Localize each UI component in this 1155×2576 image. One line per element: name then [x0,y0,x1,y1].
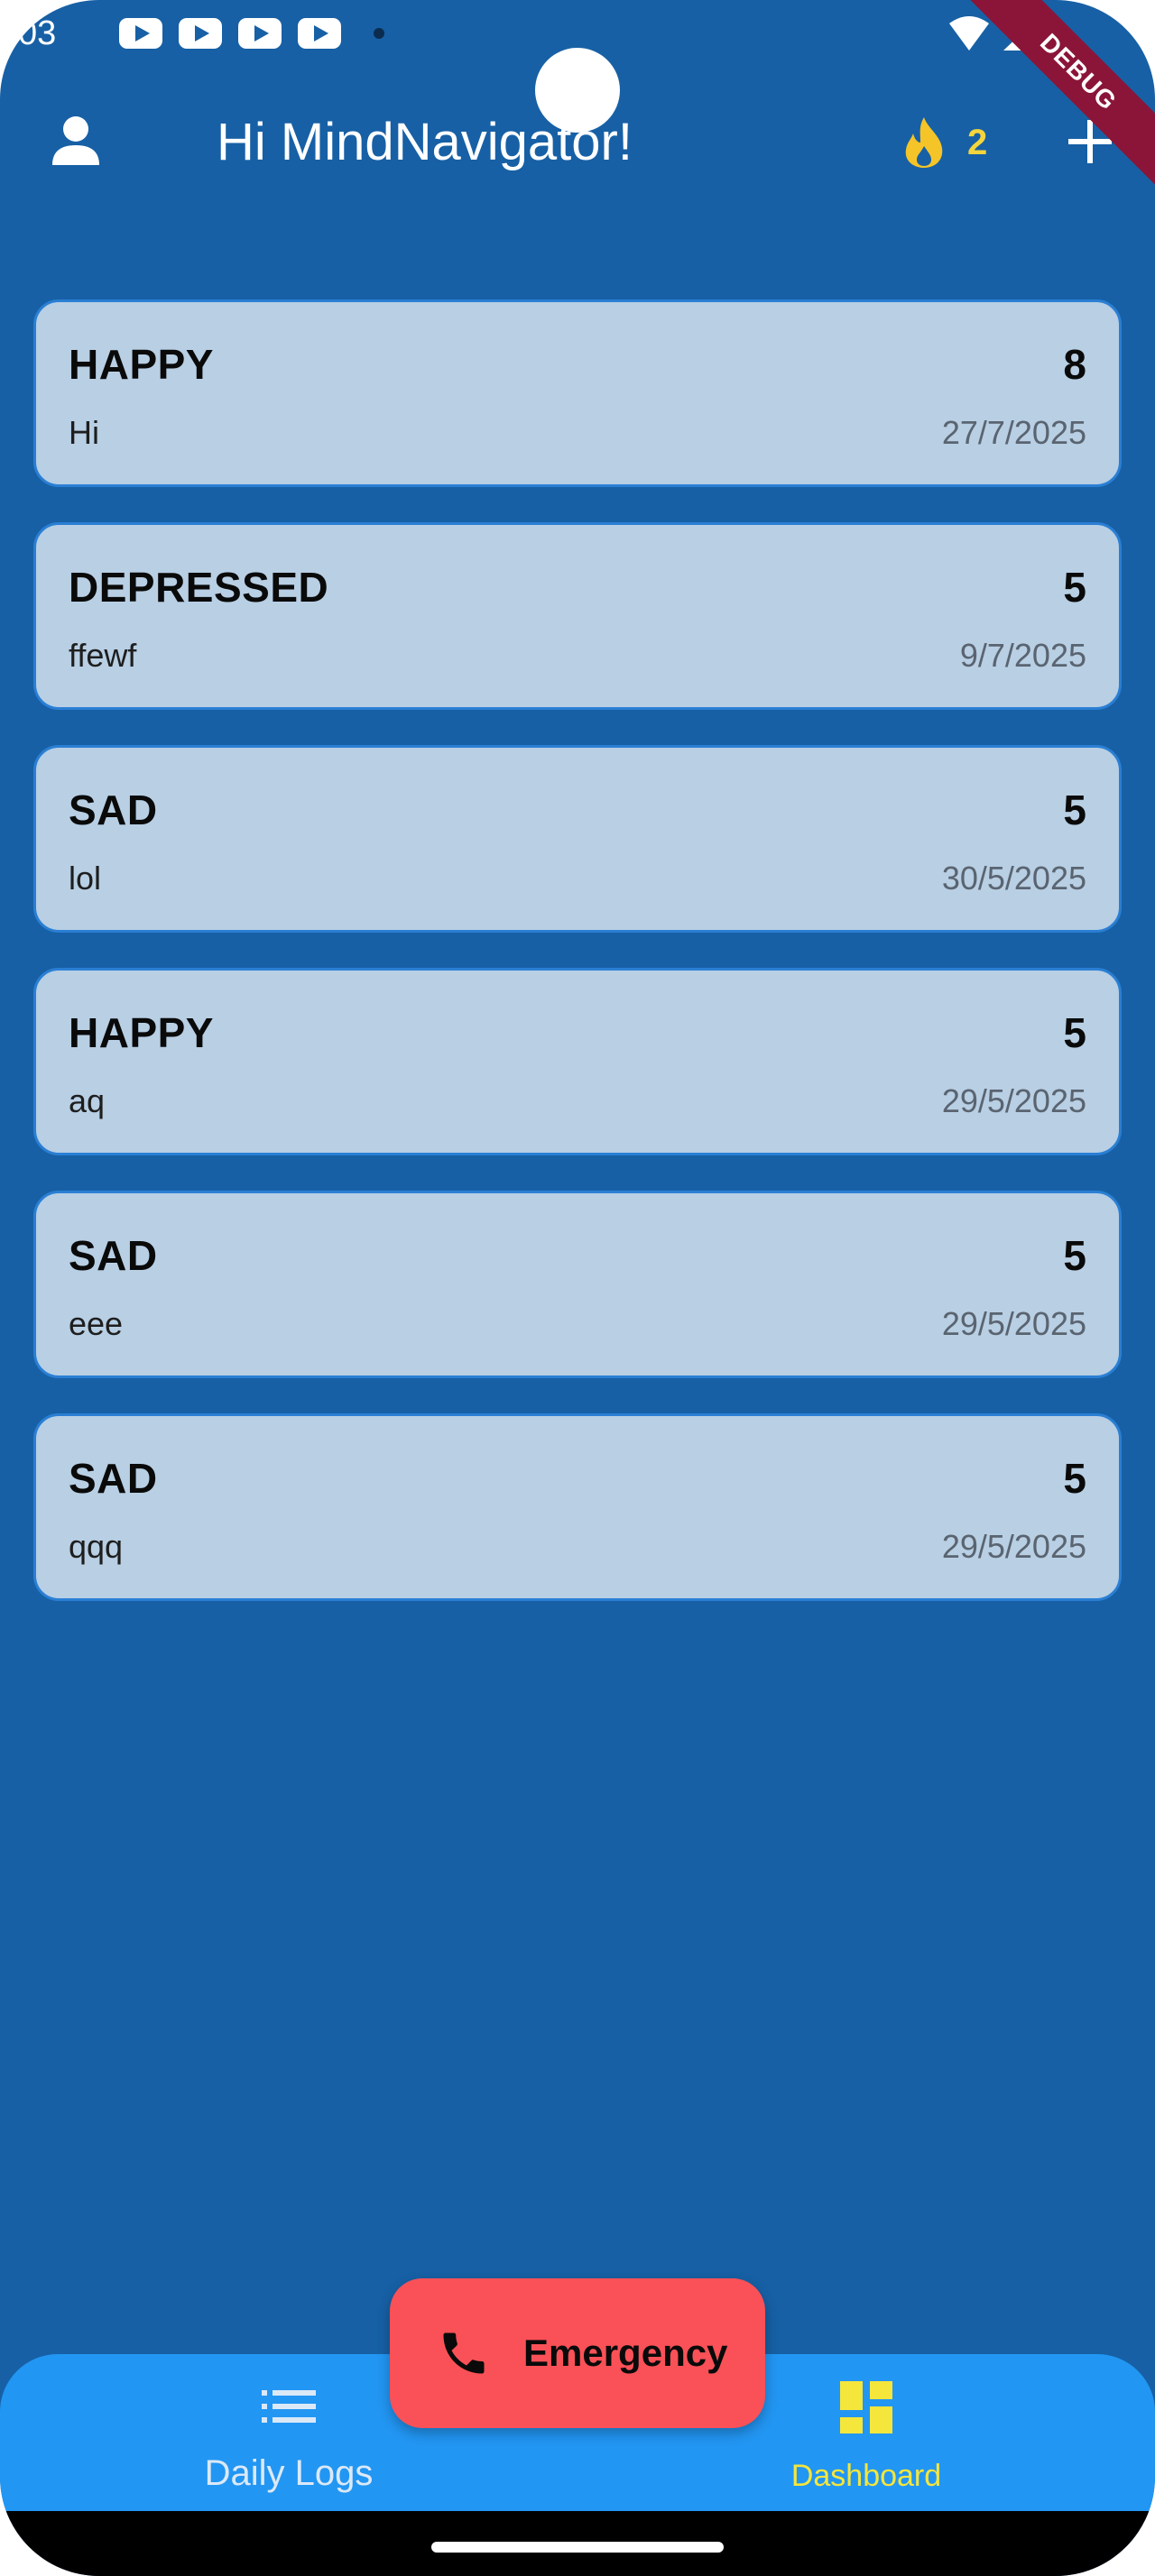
log-date: 29/5/2025 [941,1528,1086,1565]
log-score: 5 [1063,1009,1086,1056]
log-card[interactable]: HAPPY 8 Hi 27/7/2025 [33,299,1122,487]
nav-label-dashboard: Dashboard [790,2459,942,2493]
nav-label-daily-logs: Daily Logs [204,2453,374,2493]
log-mood: SAD [69,787,158,833]
log-note: qqq [69,1528,124,1565]
log-score: 5 [1063,787,1086,833]
youtube-icon [238,18,282,49]
list-icon [262,2390,316,2423]
gesture-area [0,2511,1155,2576]
log-mood: DEPRESSED [69,564,329,611]
notification-dot-icon [374,28,384,39]
log-date: 29/5/2025 [941,1082,1086,1119]
profile-button[interactable] [43,109,108,174]
log-score: 8 [1063,341,1086,388]
app-bar: Hi MindNavigator! 2 [0,86,1155,203]
log-date: 27/7/2025 [941,414,1086,451]
log-date: 9/7/2025 [959,637,1086,674]
log-note: ffewf [69,637,137,674]
log-mood: SAD [69,1232,158,1279]
nav-item-dashboard[interactable]: Dashboard [722,2354,1011,2513]
youtube-icon [298,18,341,49]
log-score: 5 [1063,1455,1086,1502]
log-note: Hi [69,414,99,451]
status-time: 03 [18,14,57,52]
streak-count: 2 [967,122,988,162]
youtube-icon [179,18,222,49]
log-note: lol [69,860,102,897]
emergency-label: Emergency [523,2332,728,2374]
log-card[interactable]: HAPPY 5 aq 29/5/2025 [33,968,1122,1155]
log-mood: HAPPY [69,341,214,388]
log-date: 29/5/2025 [941,1305,1086,1342]
log-card[interactable]: DEPRESSED 5 ffewf 9/7/2025 [33,522,1122,710]
person-icon [52,116,99,165]
streak-indicator[interactable]: 2 [899,111,987,174]
log-note: aq [69,1082,106,1119]
wifi-icon [949,16,989,51]
home-gesture-handle[interactable] [431,2542,724,2553]
dashboard-icon [840,2381,892,2433]
log-card[interactable]: SAD 5 qqq 29/5/2025 [33,1413,1122,1601]
youtube-icon [119,18,162,49]
log-card[interactable]: SAD 5 lol 30/5/2025 [33,745,1122,933]
log-note: eee [69,1305,124,1342]
fire-icon [905,117,943,168]
log-card[interactable]: SAD 5 eee 29/5/2025 [33,1191,1122,1378]
phone-icon [443,2332,485,2374]
app-screen: 03 DEBUG Hi MindNavigator! 2 HAPPY 8 Hi … [0,0,1155,2576]
log-list: HAPPY 8 Hi 27/7/2025 DEPRESSED 5 ffewf 9… [33,299,1122,1636]
log-score: 5 [1063,564,1086,611]
log-date: 30/5/2025 [941,860,1086,897]
page-title: Hi MindNavigator! [217,113,633,171]
log-score: 5 [1063,1232,1086,1279]
log-mood: SAD [69,1455,158,1502]
log-mood: HAPPY [69,1009,214,1056]
emergency-button[interactable]: Emergency [390,2278,765,2428]
